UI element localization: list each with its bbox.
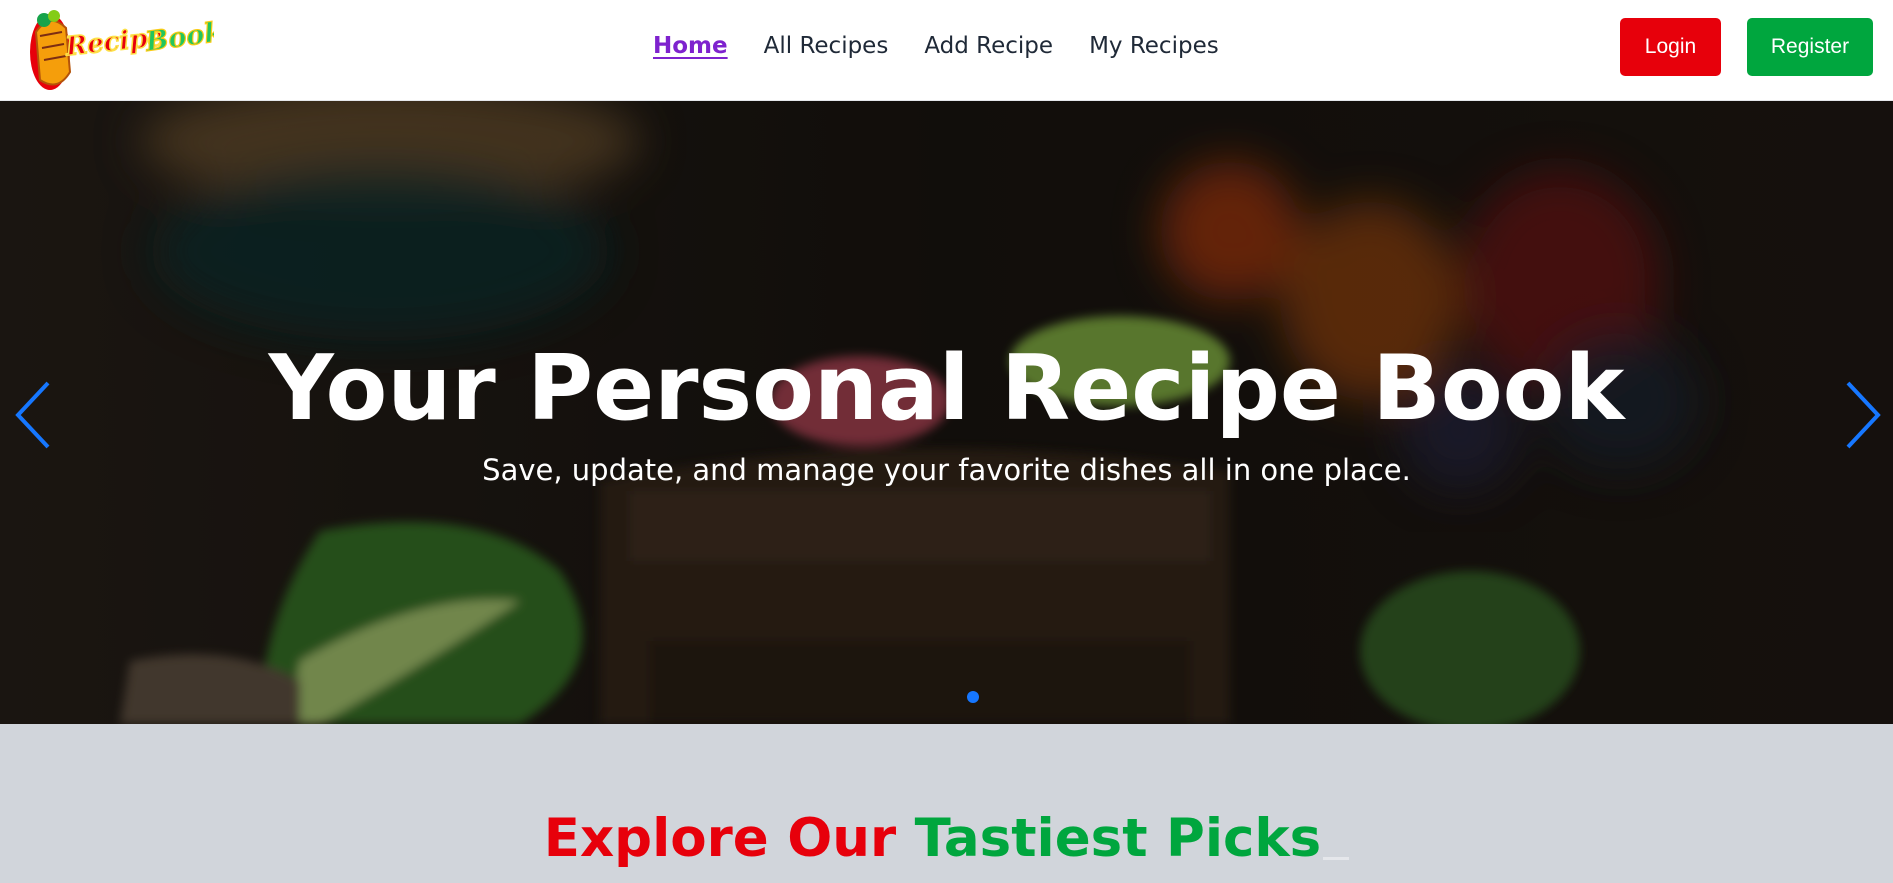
nav-link-all-recipes[interactable]: All Recipes bbox=[764, 33, 889, 59]
hero-subtitle: Save, update, and manage your favorite d… bbox=[482, 453, 1411, 487]
carousel-prev-button[interactable] bbox=[12, 379, 58, 451]
recipe-book-logo-icon: Recipe Book bbox=[30, 10, 225, 90]
chevron-left-icon bbox=[15, 381, 50, 449]
typewriter-cursor bbox=[1323, 857, 1350, 860]
nav-link-add-recipe[interactable]: Add Recipe bbox=[924, 33, 1053, 59]
chevron-right-icon bbox=[1846, 381, 1881, 449]
navbar: Recipe Book Home All Recipes Add Recipe … bbox=[0, 0, 1893, 101]
section-heading-part1: Explore Our bbox=[543, 808, 897, 869]
carousel-next-button[interactable] bbox=[1838, 379, 1884, 451]
nav-link-home[interactable]: Home bbox=[653, 33, 728, 59]
hero-title: Your Personal Recipe Book bbox=[268, 336, 1625, 441]
main-nav: Home All Recipes Add Recipe My Recipes bbox=[653, 33, 1219, 59]
hero-carousel: Your Personal Recipe Book Save, update, … bbox=[0, 101, 1893, 724]
register-button[interactable]: Register bbox=[1747, 18, 1873, 76]
section-heading-part2: Tastiest Picks bbox=[914, 808, 1322, 869]
nav-link-my-recipes[interactable]: My Recipes bbox=[1089, 33, 1219, 59]
brand-logo[interactable]: Recipe Book bbox=[28, 2, 225, 94]
carousel-pagination-dot[interactable] bbox=[967, 691, 979, 703]
section-heading: Explore Our Tastiest Picks bbox=[0, 808, 1893, 869]
login-button[interactable]: Login bbox=[1620, 18, 1721, 76]
